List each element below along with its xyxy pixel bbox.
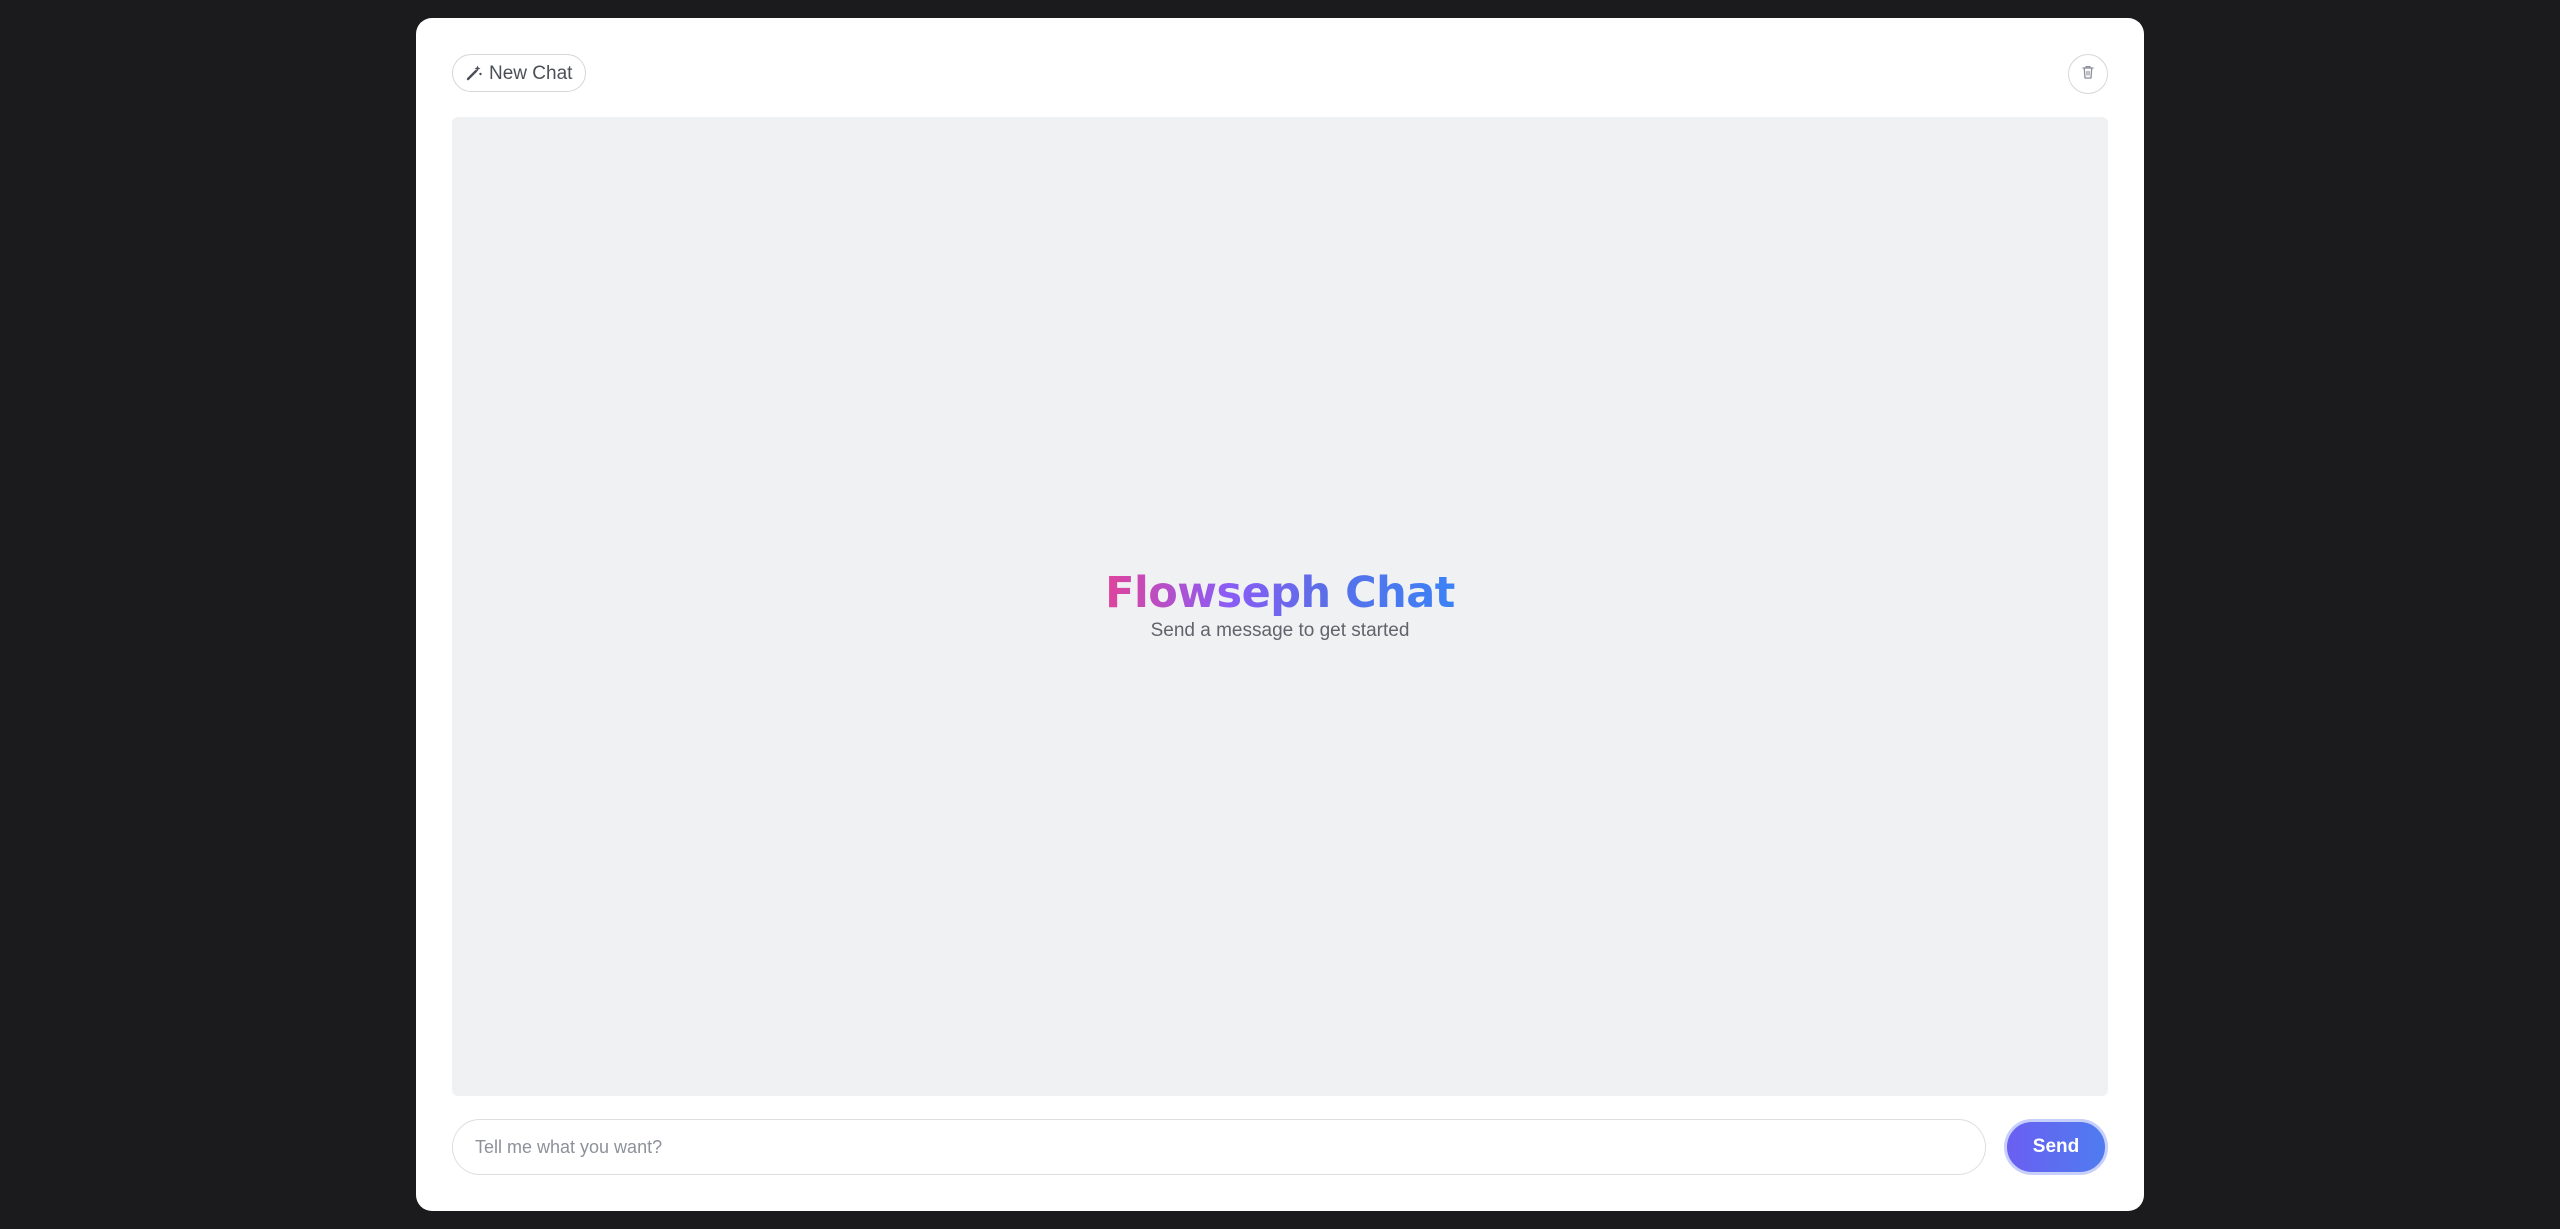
trash-icon	[2080, 64, 2096, 85]
empty-state: Flowseph Chat Send a message to get star…	[452, 568, 2108, 642]
magic-wand-icon	[465, 64, 483, 82]
chat-title: Flowseph Chat	[1105, 568, 1455, 618]
top-bar: New Chat	[452, 54, 2108, 94]
message-area: Flowseph Chat Send a message to get star…	[452, 117, 2108, 1096]
new-chat-button[interactable]: New Chat	[452, 54, 587, 92]
clear-chat-button[interactable]	[2068, 54, 2108, 94]
chat-window: New Chat Flowseph Chat Send a message to…	[416, 18, 2144, 1211]
message-input[interactable]	[452, 1119, 1986, 1175]
empty-state-subtitle: Send a message to get started	[1150, 620, 1410, 641]
new-chat-label: New Chat	[489, 62, 573, 84]
composer: Send	[452, 1119, 2108, 1175]
send-button[interactable]: Send	[2004, 1119, 2108, 1175]
